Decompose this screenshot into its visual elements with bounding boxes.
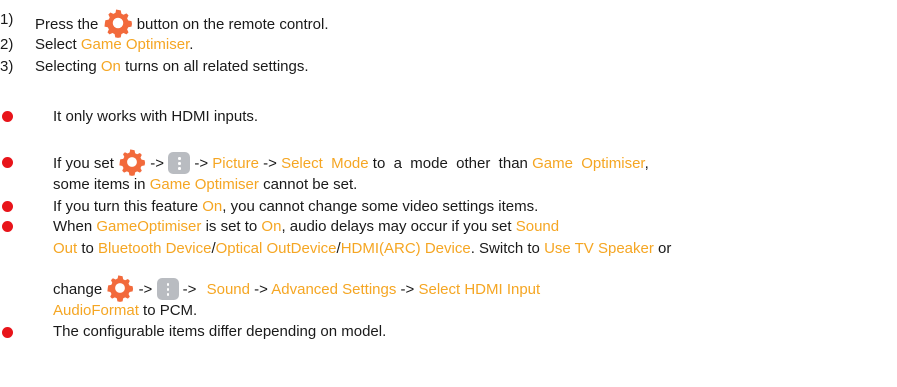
step-text: turns on all related settings. — [125, 58, 309, 75]
step-text: . — [189, 36, 194, 53]
arrow-text: -> — [150, 154, 164, 172]
sound-out-term: Sound — [515, 218, 560, 235]
note-text: some items in — [53, 176, 146, 193]
on-term: On — [202, 198, 223, 215]
step-text: button on the remote control. — [136, 15, 329, 33]
step-number: 2) — [0, 36, 14, 53]
on-term: On — [261, 218, 282, 235]
select-hdmi-input-term: Select HDMI Input — [418, 280, 541, 298]
settings-gear-icon — [119, 149, 146, 176]
note-4-line-1: When GameOptimiser is set to On, audio d… — [53, 217, 559, 237]
advanced-settings-term: Advanced Settings — [271, 280, 397, 298]
note-4-line-3: change -> -> Sound -> Advanced Settings … — [53, 275, 541, 304]
step-number: 3) — [0, 58, 14, 75]
arrow-text: -> — [182, 280, 197, 298]
more-options-icon — [168, 152, 191, 174]
note-2-line-2: some items in Game Optimiser cannot be s… — [53, 175, 357, 195]
audio-format-term: AudioFormat — [53, 302, 139, 319]
step-text: Select — [35, 36, 77, 53]
use-tv-speaker-term: Use TV Speaker — [544, 240, 654, 257]
bullet-icon — [2, 157, 13, 168]
note-text: to — [81, 240, 94, 257]
note-text: to a mode other than — [372, 154, 528, 172]
bullet-icon — [2, 221, 13, 232]
note-text: , audio delays may occur if you set — [281, 218, 512, 235]
bluetooth-device-term: Bluetooth Device — [98, 240, 212, 257]
arrow-text: -> — [263, 154, 277, 172]
note-4-line-4: AudioFormat to PCM. — [53, 301, 197, 321]
bullet-icon — [2, 201, 13, 212]
note-text: change — [53, 280, 103, 298]
note-1: It only works with HDMI inputs. — [53, 108, 259, 125]
bullet-icon — [2, 111, 13, 122]
optical-out-device-term: Optical OutDevice — [215, 240, 337, 257]
game-optimiser-term: GameOptimiser — [96, 218, 202, 235]
note-text: , you cannot change some video settings … — [222, 198, 539, 215]
note-text: or — [658, 240, 672, 257]
note-text: , — [644, 154, 649, 172]
note-text: When — [53, 218, 93, 235]
select-mode-term: Select Mode — [281, 154, 369, 172]
note-text: If you set — [53, 154, 114, 172]
settings-gear-icon — [104, 9, 132, 38]
step-text: Press the — [35, 15, 99, 33]
note-2-line-1: If you set -> -> Picture -> Select Mode … — [53, 149, 649, 178]
arrow-text: -> — [400, 280, 415, 298]
picture-term: Picture — [212, 154, 259, 172]
hdmi-arc-device-term: HDMI(ARC) Device — [340, 240, 471, 257]
game-optimiser-term: Game Optimiser — [149, 176, 259, 193]
more-options-icon — [156, 278, 179, 300]
step-text: Selecting — [35, 58, 97, 75]
bullet-icon — [2, 327, 13, 338]
note-5: The configurable items differ depending … — [53, 323, 387, 340]
note-text: is set to — [205, 218, 258, 235]
sound-term: Sound — [206, 280, 250, 298]
arrow-text: -> — [138, 280, 153, 298]
game-optimiser-term: Game Optimiser — [80, 36, 190, 53]
sound-out-term: Out — [53, 240, 78, 257]
arrow-text: -> — [194, 154, 209, 172]
note-3: If you turn this feature On, you cannot … — [53, 197, 538, 217]
on-term: On — [100, 58, 121, 75]
step-number: 1) — [0, 11, 14, 28]
note-4-line-2: Out to Bluetooth Device/Optical OutDevic… — [53, 239, 671, 259]
arrow-text: -> — [254, 280, 268, 298]
game-optimiser-term: Game Optimiser — [532, 154, 645, 172]
note-text: cannot be set. — [263, 176, 358, 193]
note-text: If you turn this feature — [53, 198, 199, 215]
note-text: . Switch to — [470, 240, 540, 257]
note-text: to PCM. — [143, 302, 198, 319]
settings-gear-icon — [107, 275, 134, 302]
